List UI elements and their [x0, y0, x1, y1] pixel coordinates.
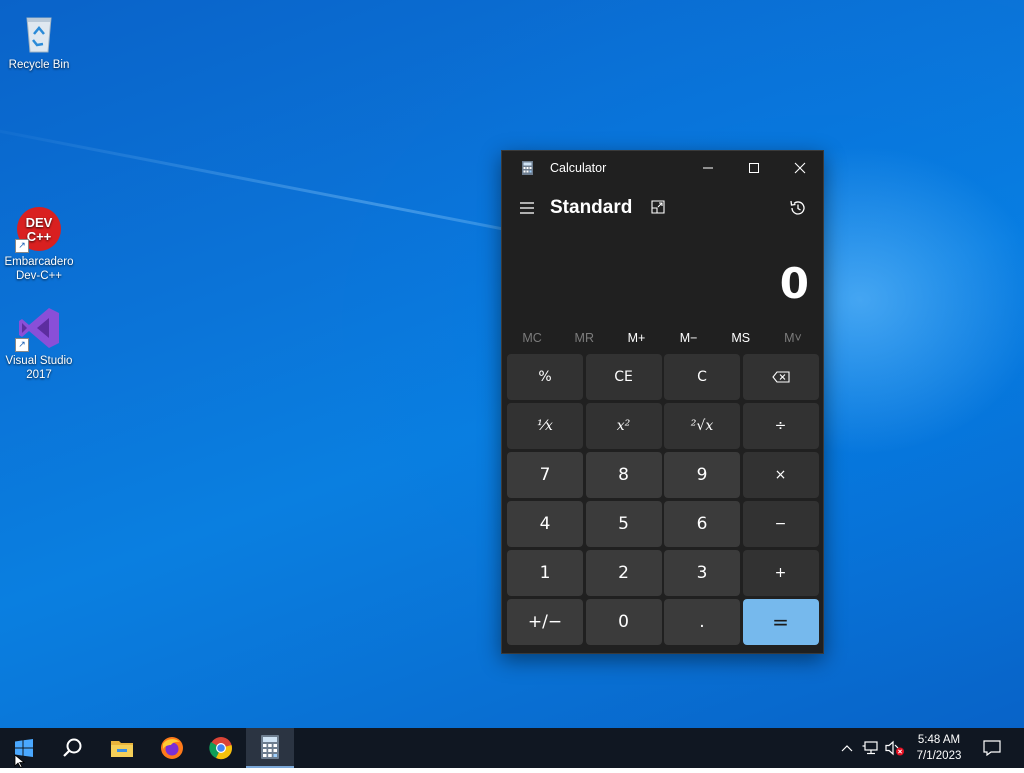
shortcut-arrow-icon: ↗ — [15, 239, 29, 253]
desktop-icon-devcpp[interactable]: DEV C++ ↗ Embarcadero Dev-C++ — [1, 205, 77, 283]
network-button[interactable] — [860, 728, 882, 768]
title-bar[interactable]: Calculator — [502, 151, 823, 185]
volume-muted-icon — [885, 740, 904, 756]
decimal-button[interactable]: . — [664, 599, 740, 645]
digit-1-button[interactable]: 1 — [507, 550, 583, 596]
digit-7-button[interactable]: 7 — [507, 452, 583, 498]
history-icon — [790, 200, 805, 215]
result-display: 0 — [779, 259, 809, 308]
history-button[interactable] — [788, 198, 808, 218]
digit-8-button[interactable]: 8 — [585, 452, 662, 498]
clear-button[interactable]: C — [664, 354, 740, 400]
digit-5-button[interactable]: 5 — [585, 501, 662, 547]
subtract-button[interactable]: − — [742, 501, 819, 547]
maximize-icon — [749, 163, 759, 173]
calculator-window[interactable]: Calculator Standard 0 MC MR M+ M− MS M˅ … — [501, 150, 824, 654]
recycle-bin-icon — [15, 8, 63, 56]
multiply-button[interactable]: × — [742, 452, 819, 498]
window-title: Calculator — [550, 161, 607, 175]
close-icon — [794, 162, 806, 174]
digit-9-button[interactable]: 9 — [664, 452, 740, 498]
percent-button[interactable]: % — [507, 354, 583, 400]
digit-6-button[interactable]: 6 — [664, 501, 740, 547]
hamburger-icon — [520, 202, 534, 214]
close-button[interactable] — [777, 151, 823, 185]
square-root-button[interactable]: ²√x — [664, 403, 740, 449]
keypad: % CE C ⅟x x² ²√x ÷ 7 8 9 × 4 5 6 − 1 2 3… — [507, 354, 820, 649]
backspace-icon — [771, 371, 790, 383]
memory-store-button[interactable]: MS — [715, 326, 767, 350]
clear-entry-button[interactable]: CE — [585, 354, 662, 400]
chevron-up-icon — [841, 745, 853, 752]
notification-icon — [983, 740, 1001, 756]
maximize-button[interactable] — [731, 151, 777, 185]
file-explorer-icon — [111, 741, 133, 757]
firefox-icon — [161, 737, 183, 759]
calculator-icon — [261, 735, 279, 759]
digit-4-button[interactable]: 4 — [507, 501, 583, 547]
search-icon — [63, 738, 82, 757]
chrome-icon — [209, 737, 232, 760]
devcpp-icon: DEV C++ ↗ — [15, 205, 63, 253]
memory-add-button[interactable]: M+ — [610, 326, 662, 350]
clock-time: 5:48 AM — [917, 734, 961, 746]
action-center-button[interactable] — [978, 728, 1006, 768]
memory-recall-button[interactable]: MR — [558, 326, 610, 350]
square-button[interactable]: x² — [585, 403, 662, 449]
clock-date: 7/1/2023 — [916, 750, 962, 762]
digit-0-button[interactable]: 0 — [585, 599, 662, 645]
taskbar: 5:48 AM 7/1/2023 — [0, 728, 1024, 768]
memory-list-button[interactable]: M˅ — [767, 326, 819, 350]
desktop-icon-label: Embarcadero Dev-C++ — [4, 256, 74, 282]
backspace-button[interactable] — [742, 354, 819, 400]
taskbar-chrome[interactable] — [197, 728, 245, 768]
memory-subtract-button[interactable]: M− — [663, 326, 715, 350]
mouse-cursor-icon — [14, 754, 26, 773]
memory-clear-button[interactable]: MC — [506, 326, 558, 350]
negate-button[interactable]: +/− — [507, 599, 583, 645]
volume-button[interactable] — [884, 728, 906, 768]
navigation-menu-button[interactable] — [518, 199, 536, 217]
desktop-icon-label: Visual Studio 2017 — [5, 355, 73, 381]
minimize-button[interactable] — [685, 151, 731, 185]
taskbar-calculator[interactable] — [246, 728, 294, 768]
divide-button[interactable]: ÷ — [742, 403, 819, 449]
network-icon — [862, 741, 878, 755]
digit-3-button[interactable]: 3 — [664, 550, 740, 596]
svg-text:C++: C++ — [27, 229, 52, 244]
equals-button[interactable]: = — [742, 599, 819, 645]
desktop-icon-recycle-bin[interactable]: Recycle Bin — [1, 8, 77, 72]
system-clock[interactable]: 5:48 AM 7/1/2023 — [908, 732, 970, 764]
reciprocal-button[interactable]: ⅟x — [507, 403, 583, 449]
show-hidden-icons-button[interactable] — [838, 728, 856, 768]
keep-on-top-icon — [651, 200, 665, 214]
calculator-app-icon — [522, 161, 533, 175]
visual-studio-icon: ↗ — [15, 304, 63, 352]
desktop-icon-visual-studio[interactable]: ↗ Visual Studio 2017 — [1, 304, 77, 382]
add-button[interactable]: + — [742, 550, 819, 596]
calculator-header: Standard — [502, 189, 823, 229]
svg-text:DEV: DEV — [26, 215, 53, 230]
memory-row: MC MR M+ M− MS M˅ — [506, 326, 819, 350]
minimize-icon — [703, 167, 713, 169]
search-button[interactable] — [48, 728, 96, 768]
digit-2-button[interactable]: 2 — [585, 550, 662, 596]
calculator-mode-title: Standard — [550, 197, 633, 218]
keep-on-top-button[interactable] — [650, 199, 666, 215]
desktop-icon-label: Recycle Bin — [8, 59, 70, 71]
taskbar-firefox[interactable] — [148, 728, 196, 768]
taskbar-file-explorer[interactable] — [98, 728, 146, 768]
shortcut-arrow-icon: ↗ — [15, 338, 29, 352]
